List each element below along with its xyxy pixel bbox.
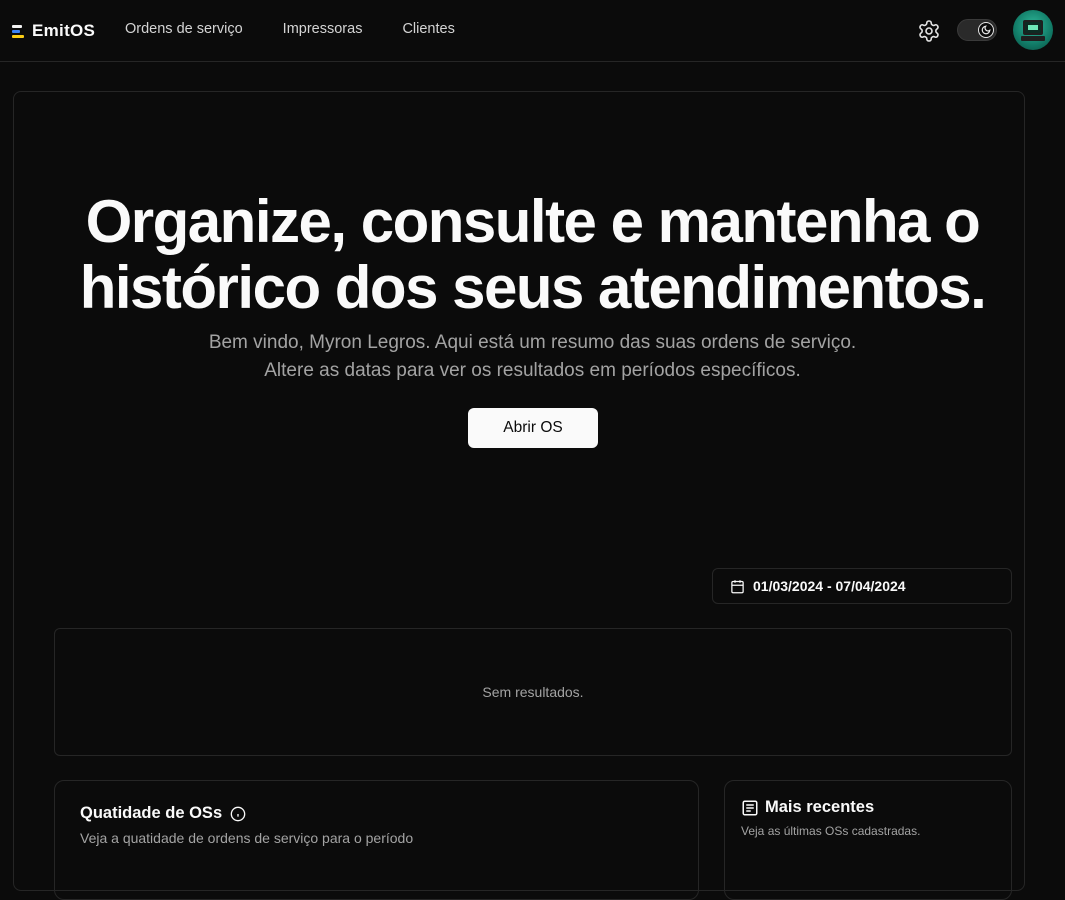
- nav-link-ordens-de-servico[interactable]: Ordens de serviço: [125, 21, 243, 37]
- brand-logo[interactable]: EmitOS: [12, 20, 95, 42]
- avatar[interactable]: [1013, 10, 1053, 50]
- recent-card: Mais recentes Veja as últimas OSs cadast…: [724, 780, 1012, 900]
- logo-icon: [12, 24, 26, 38]
- quantity-card: Quatidade de OSs Veja a quatidade de ord…: [54, 780, 699, 900]
- list-icon: [742, 800, 758, 815]
- empty-state-text: Sem resultados.: [482, 684, 584, 700]
- computer-icon: [1023, 20, 1043, 35]
- main-nav: Ordens de serviço Impressoras Clientes: [125, 21, 455, 37]
- calendar-icon: [731, 579, 744, 593]
- quantity-card-title: Quatidade de OSs: [80, 804, 246, 823]
- top-navbar: EmitOS Ordens de serviço Impressoras Cli…: [0, 0, 1065, 62]
- results-panel: Sem resultados.: [54, 628, 1012, 756]
- date-range-picker[interactable]: 01/03/2024 - 07/04/2024: [712, 568, 1012, 604]
- recent-card-description: Veja as últimas OSs cadastradas.: [741, 824, 921, 838]
- nav-link-clientes[interactable]: Clientes: [402, 21, 454, 37]
- quantity-card-description: Veja a quatidade de ordens de serviço pa…: [80, 830, 414, 846]
- quantity-card-title-text: Quatidade de OSs: [80, 804, 223, 822]
- subtitle-line-2: Altere as datas para ver os resultados e…: [264, 360, 801, 381]
- recent-card-title: Mais recentes: [741, 798, 874, 817]
- date-range-value: 01/03/2024 - 07/04/2024: [753, 578, 906, 594]
- hero-subtitle: Bem vindo, Myron Legros. Aqui está um re…: [0, 329, 1065, 385]
- theme-toggle[interactable]: [957, 19, 997, 41]
- info-icon[interactable]: [230, 806, 246, 822]
- recent-card-title-text: Mais recentes: [765, 798, 875, 816]
- brand-name: EmitOS: [32, 21, 96, 40]
- moon-icon: [978, 22, 994, 38]
- nav-link-impressoras[interactable]: Impressoras: [283, 21, 363, 37]
- headline-line-1: Organize, consulte e mantenha o: [85, 188, 981, 255]
- gear-icon[interactable]: [917, 19, 941, 43]
- open-os-button[interactable]: Abrir OS: [468, 408, 598, 448]
- subtitle-line-1: Bem vindo, Myron Legros. Aqui está um re…: [208, 332, 857, 353]
- headline-line-2: histórico dos seus atendimentos.: [79, 254, 987, 321]
- hero-headline: Organize, consulte e mantenha o históric…: [0, 189, 1065, 321]
